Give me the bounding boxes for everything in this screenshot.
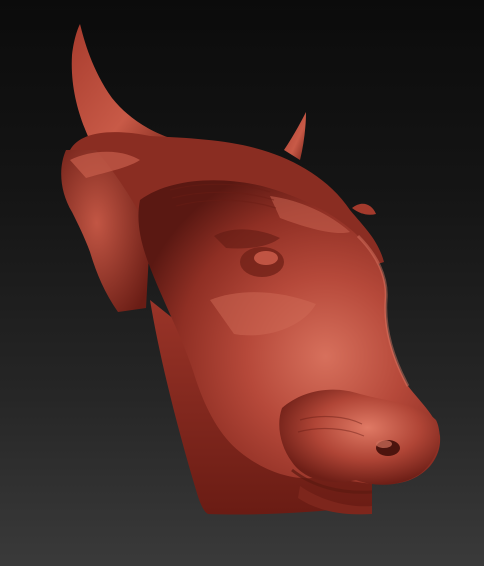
eye-lid-shape	[254, 251, 278, 265]
right-ear-shape	[352, 203, 376, 215]
3d-viewport[interactable]	[0, 0, 484, 566]
sculpt-canvas[interactable]	[0, 0, 484, 566]
nostril-rim-shape	[376, 440, 392, 448]
right-horn-shape	[284, 112, 306, 160]
